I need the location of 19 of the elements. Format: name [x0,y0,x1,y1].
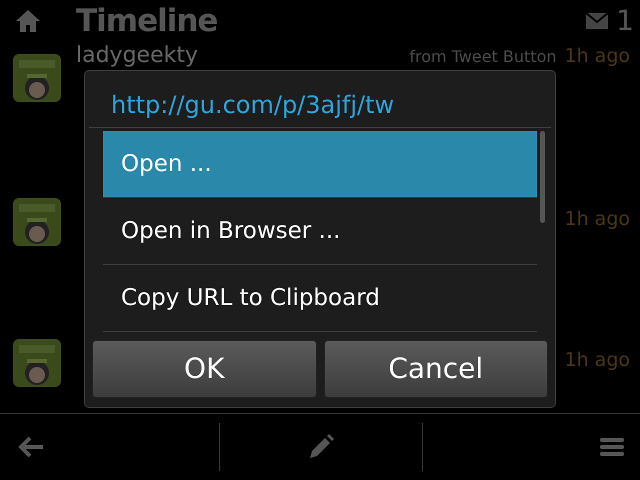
dialog-title: http://gu.com/p/3ajfj/tw [89,71,551,128]
back-icon[interactable] [18,436,44,458]
tweet-source: from Tweet Button [409,46,556,68]
scrollbar[interactable] [540,131,545,223]
tweet-time: 1h ago [564,348,630,373]
mail-icon[interactable] [586,13,608,29]
unread-count: 1 [616,3,634,39]
author-name: ladygeekty [76,45,198,67]
tweet-time: 1h ago [564,44,630,69]
menu-icon[interactable] [600,437,624,457]
dialog-button[interactable]: Cancel [324,340,548,398]
tweet-time: 1h ago [564,207,630,232]
menu-item[interactable]: Open ... [103,131,537,198]
home-icon[interactable] [15,9,41,33]
pencil-icon[interactable] [308,434,334,460]
menu-item[interactable]: Open in Browser ... [103,198,537,265]
menu-item[interactable]: Copy URL to Clipboard [103,265,537,332]
page-title: Timeline [76,6,218,36]
dialog-button[interactable]: OK [92,340,316,398]
